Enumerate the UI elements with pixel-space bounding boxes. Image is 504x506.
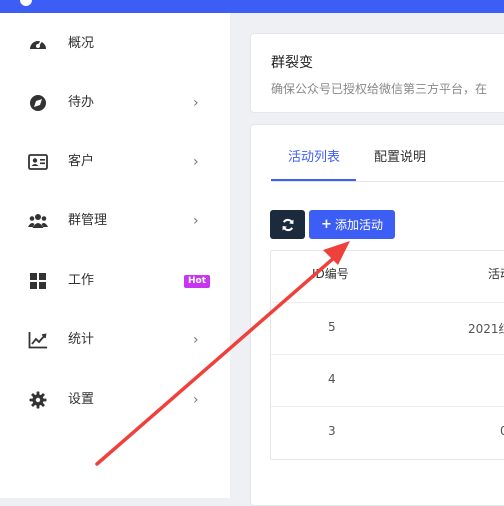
sidebar-item-label: 设置	[68, 392, 95, 407]
table-row[interactable]: 5 2021红	[271, 302, 504, 355]
tab-activity-list[interactable]: 活动列表	[288, 147, 340, 169]
cell-name: 2021红	[468, 322, 504, 336]
sidebar-item-label: 客户	[68, 154, 95, 169]
top-bar	[0, 0, 504, 13]
chevron-right-icon: ›	[193, 213, 199, 229]
sidebar-item-groups[interactable]: 群管理 ›	[0, 201, 230, 241]
sidebar-item-label: 概况	[68, 36, 95, 51]
table-row[interactable]: 4	[271, 354, 504, 407]
sidebar-item-label: 群管理	[68, 213, 108, 228]
compass-icon	[28, 94, 48, 112]
sidebar-item-customers[interactable]: 客户 ›	[0, 142, 230, 182]
cell-name: 0	[500, 424, 504, 438]
table-header-name: 活动	[488, 267, 504, 281]
sidebar: 概况 待办 › 客户 › 群管理 › 工作 Hot 统计 › 设置 ›	[0, 13, 230, 498]
sidebar-item-statistics[interactable]: 统计 ›	[0, 320, 230, 360]
users-icon	[28, 212, 48, 230]
refresh-icon	[282, 218, 293, 231]
sidebar-item-work[interactable]: 工作 Hot	[0, 261, 230, 301]
add-activity-label: 添加活动	[334, 218, 383, 232]
refresh-button[interactable]	[270, 210, 305, 239]
cell-id: 4	[328, 372, 336, 386]
sidebar-item-settings[interactable]: 设置 ›	[0, 380, 230, 420]
table-header-id: ID编号	[312, 267, 349, 281]
sidebar-item-todo[interactable]: 待办 ›	[0, 83, 230, 123]
active-tab-indicator	[271, 179, 356, 181]
sidebar-item-label: 工作	[68, 273, 95, 288]
dashboard-icon	[28, 35, 48, 53]
tab-config-guide[interactable]: 配置说明	[374, 147, 426, 169]
activity-card: 活动列表 配置说明 + 添加活动 ID编号 活动 5 2021红 4 3 0	[250, 124, 504, 506]
hot-badge: Hot	[184, 275, 210, 288]
chevron-right-icon: ›	[193, 154, 199, 170]
page-title: 群裂变	[271, 55, 313, 71]
sidebar-item-overview[interactable]: 概况	[0, 24, 230, 64]
logo-icon	[20, 0, 32, 6]
id-card-icon	[28, 153, 48, 171]
content-gutter	[230, 13, 250, 498]
cell-id: 5	[328, 320, 336, 334]
gear-icon	[28, 391, 48, 409]
plus-icon: +	[321, 217, 332, 232]
tab-bar: 活动列表 配置说明	[271, 147, 504, 182]
page-description: 确保公众号已授权给微信第三方平台，在	[271, 82, 488, 96]
chevron-right-icon: ›	[193, 392, 199, 408]
line-chart-icon	[28, 331, 48, 349]
chevron-right-icon: ›	[193, 95, 199, 111]
activity-table: ID编号 活动 5 2021红 4 3 0	[270, 250, 504, 460]
sidebar-item-label: 统计	[68, 332, 95, 347]
cell-id: 3	[328, 424, 336, 438]
table-row[interactable]: 3 0	[271, 406, 504, 459]
add-activity-button[interactable]: + 添加活动	[309, 210, 395, 239]
info-card: 群裂变 确保公众号已授权给微信第三方平台，在	[250, 33, 504, 113]
grid-icon	[28, 272, 48, 290]
chevron-right-icon: ›	[193, 332, 199, 348]
sidebar-item-label: 待办	[68, 95, 95, 110]
